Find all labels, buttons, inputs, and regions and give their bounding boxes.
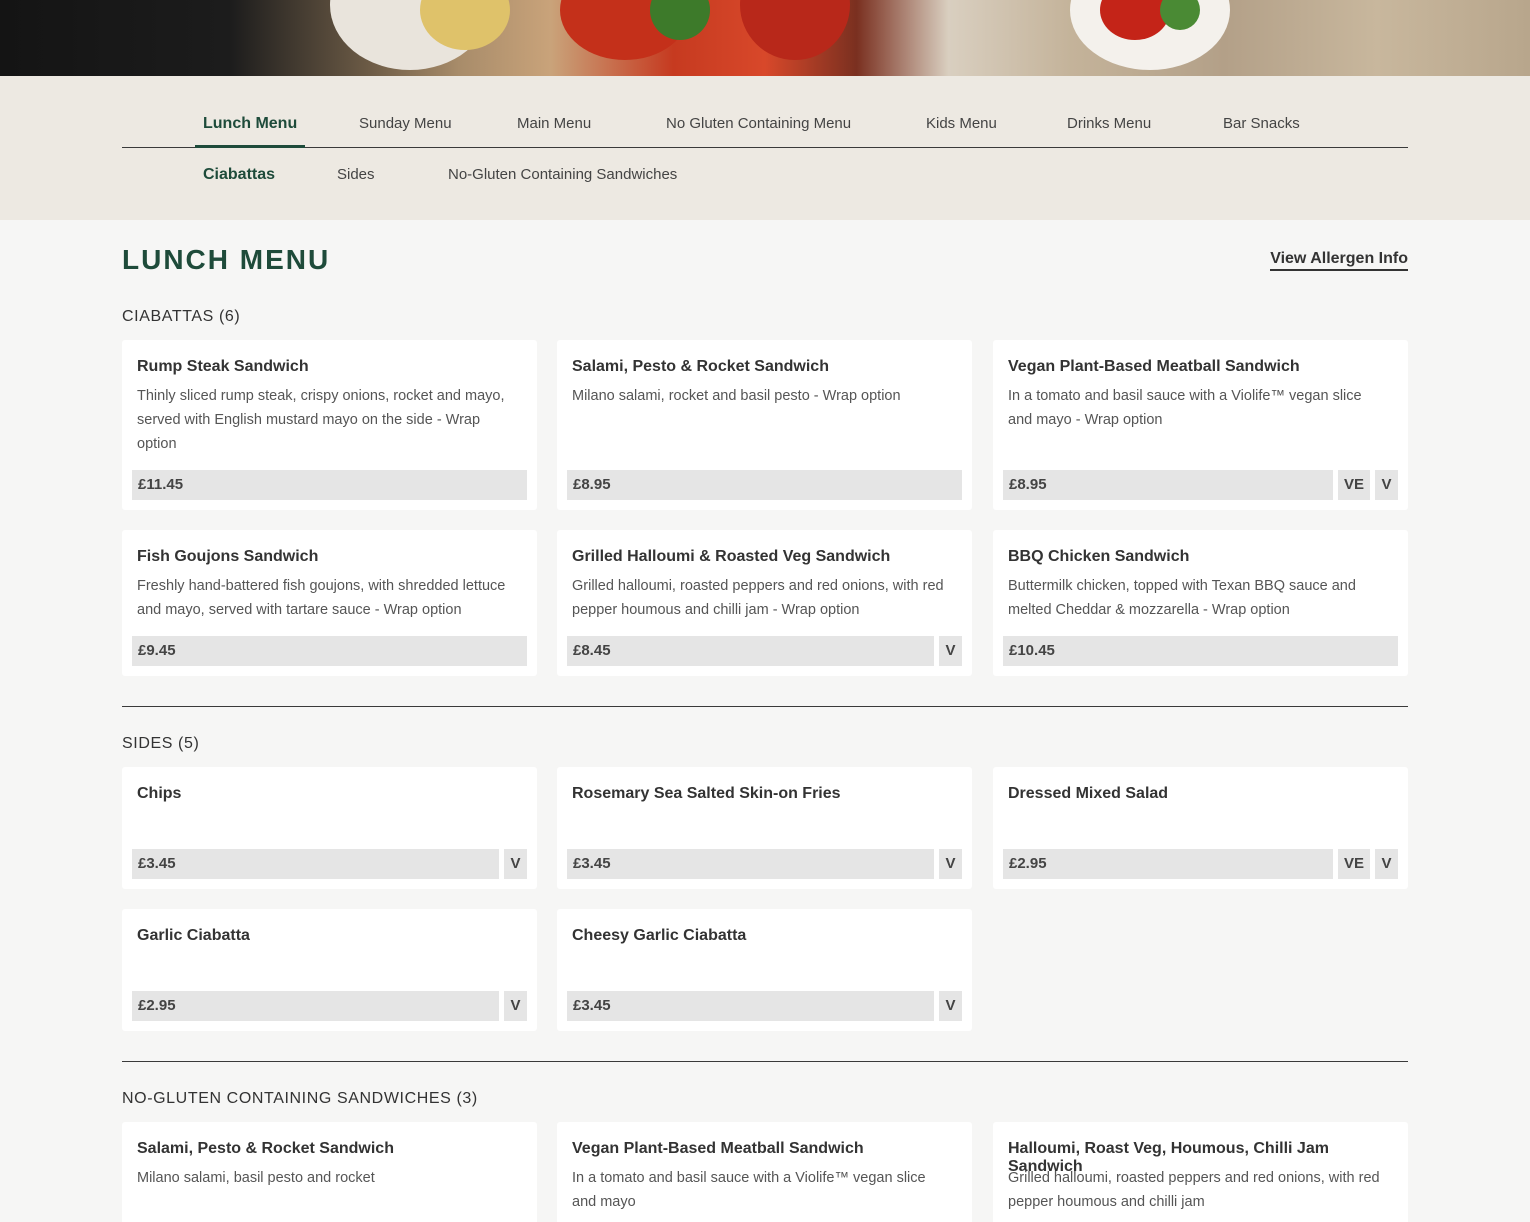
item-price: £8.45 bbox=[567, 636, 934, 666]
tab-kids-menu[interactable]: Kids Menu bbox=[918, 100, 1005, 148]
item-price: £3.45 bbox=[567, 849, 934, 879]
item-price: £11.45 bbox=[132, 470, 527, 500]
item-name: Grilled Halloumi & Roasted Veg Sandwich bbox=[572, 548, 891, 565]
item-description: In a tomato and basil sauce with a Violi… bbox=[572, 1170, 926, 1210]
item-name: Salami, Pesto & Rocket Sandwich bbox=[137, 1140, 394, 1157]
item-name: Cheesy Garlic Ciabatta bbox=[572, 927, 747, 944]
menu-item-card[interactable]: Halloumi, Roast Veg, Houmous, Chilli Jam… bbox=[993, 1122, 1408, 1222]
subtab-sides[interactable]: Sides bbox=[329, 163, 383, 187]
item-name: Salami, Pesto & Rocket Sandwich bbox=[572, 358, 829, 375]
item-description: Grilled halloumi, roasted peppers and re… bbox=[572, 578, 944, 618]
section-title-sides: SIDES (5) bbox=[122, 735, 200, 752]
item-description: Freshly hand-battered fish goujons, with… bbox=[137, 578, 506, 618]
item-price: £8.95 bbox=[1003, 470, 1333, 500]
item-name: BBQ Chicken Sandwich bbox=[1008, 548, 1190, 565]
menu-item-card[interactable]: BBQ Chicken Sandwich Buttermilk chicken,… bbox=[993, 530, 1408, 676]
item-name: Vegan Plant-Based Meatball Sandwich bbox=[1008, 358, 1300, 375]
vegetarian-badge[interactable]: V bbox=[939, 849, 962, 879]
item-price: £3.45 bbox=[132, 849, 499, 879]
item-name: Chips bbox=[137, 785, 182, 802]
item-price: £8.95 bbox=[567, 470, 962, 500]
vegetarian-badge[interactable]: V bbox=[939, 991, 962, 1021]
subtab-no-gluten-sandwiches[interactable]: No-Gluten Containing Sandwiches bbox=[440, 163, 685, 187]
item-price: £10.45 bbox=[1003, 636, 1398, 666]
vegan-badge[interactable]: VE bbox=[1337, 849, 1370, 879]
menu-item-card[interactable]: Vegan Plant-Based Meatball Sandwich In a… bbox=[557, 1122, 972, 1222]
menu-item-card[interactable]: Fish Goujons Sandwich Freshly hand-batte… bbox=[122, 530, 537, 676]
menu-item-card[interactable]: Vegan Plant-Based Meatball Sandwich In a… bbox=[993, 340, 1408, 510]
tab-drinks-menu[interactable]: Drinks Menu bbox=[1059, 100, 1159, 148]
menu-item-card[interactable]: Salami, Pesto & Rocket Sandwich Milano s… bbox=[122, 1122, 537, 1222]
item-description: Thinly sliced rump steak, crispy onions,… bbox=[137, 388, 505, 452]
menu-item-card[interactable]: Chips £3.45 V bbox=[122, 767, 537, 889]
section-divider bbox=[122, 706, 1408, 707]
item-name: Rump Steak Sandwich bbox=[137, 358, 309, 375]
item-description: In a tomato and basil sauce with a Violi… bbox=[1008, 388, 1362, 428]
item-name: Rosemary Sea Salted Skin-on Fries bbox=[572, 785, 841, 802]
tab-lunch-menu[interactable]: Lunch Menu bbox=[195, 100, 306, 148]
item-price: £9.45 bbox=[132, 636, 527, 666]
menu-item-card[interactable]: Rosemary Sea Salted Skin-on Fries £3.45 … bbox=[557, 767, 972, 889]
hero-image bbox=[0, 0, 1530, 76]
item-name: Fish Goujons Sandwich bbox=[137, 548, 319, 565]
tab-bar-snacks[interactable]: Bar Snacks bbox=[1215, 100, 1308, 148]
item-description: Milano salami, rocket and basil pesto - … bbox=[572, 388, 901, 404]
item-name: Dressed Mixed Salad bbox=[1008, 785, 1169, 802]
tab-main-menu[interactable]: Main Menu bbox=[509, 100, 599, 148]
item-name: Garlic Ciabatta bbox=[137, 927, 250, 944]
vegetarian-badge[interactable]: V bbox=[504, 849, 527, 879]
section-title-no-gluten-sandwiches: NO-GLUTEN CONTAINING SANDWICHES (3) bbox=[122, 1090, 478, 1107]
menu-item-card[interactable]: Grilled Halloumi & Roasted Veg Sandwich … bbox=[557, 530, 972, 676]
item-description: Milano salami, basil pesto and rocket bbox=[137, 1170, 375, 1186]
section-title-ciabattas: CIABATTAS (6) bbox=[122, 308, 241, 325]
menu-item-card[interactable]: Cheesy Garlic Ciabatta £3.45 V bbox=[557, 909, 972, 1031]
page-title: LUNCH MENU bbox=[122, 244, 331, 275]
tab-sunday-menu[interactable]: Sunday Menu bbox=[351, 100, 460, 148]
item-description: Grilled halloumi, roasted peppers and re… bbox=[1008, 1170, 1380, 1210]
menu-item-card[interactable]: Salami, Pesto & Rocket Sandwich Milano s… bbox=[557, 340, 972, 510]
vegetarian-badge[interactable]: V bbox=[504, 991, 527, 1021]
item-price: £2.95 bbox=[132, 991, 499, 1021]
menu-item-card[interactable]: Dressed Mixed Salad £2.95 VE V bbox=[993, 767, 1408, 889]
view-allergen-info-link[interactable]: View Allergen Info bbox=[1270, 250, 1408, 271]
vegan-badge[interactable]: VE bbox=[1337, 470, 1370, 500]
subtab-ciabattas[interactable]: Ciabattas bbox=[195, 163, 283, 187]
menu-navigation bbox=[0, 76, 1530, 220]
vegetarian-badge[interactable]: V bbox=[939, 636, 962, 666]
item-price: £3.45 bbox=[567, 991, 934, 1021]
item-price: £2.95 bbox=[1003, 849, 1333, 879]
item-description: Buttermilk chicken, topped with Texan BB… bbox=[1008, 578, 1356, 618]
vegetarian-badge[interactable]: V bbox=[1375, 470, 1398, 500]
item-name: Vegan Plant-Based Meatball Sandwich bbox=[572, 1140, 864, 1157]
section-divider bbox=[122, 1061, 1408, 1062]
menu-item-card[interactable]: Garlic Ciabatta £2.95 V bbox=[122, 909, 537, 1031]
tab-no-gluten-menu[interactable]: No Gluten Containing Menu bbox=[658, 100, 859, 148]
vegetarian-badge[interactable]: V bbox=[1375, 849, 1398, 879]
menu-item-card[interactable]: Rump Steak Sandwich Thinly sliced rump s… bbox=[122, 340, 537, 510]
